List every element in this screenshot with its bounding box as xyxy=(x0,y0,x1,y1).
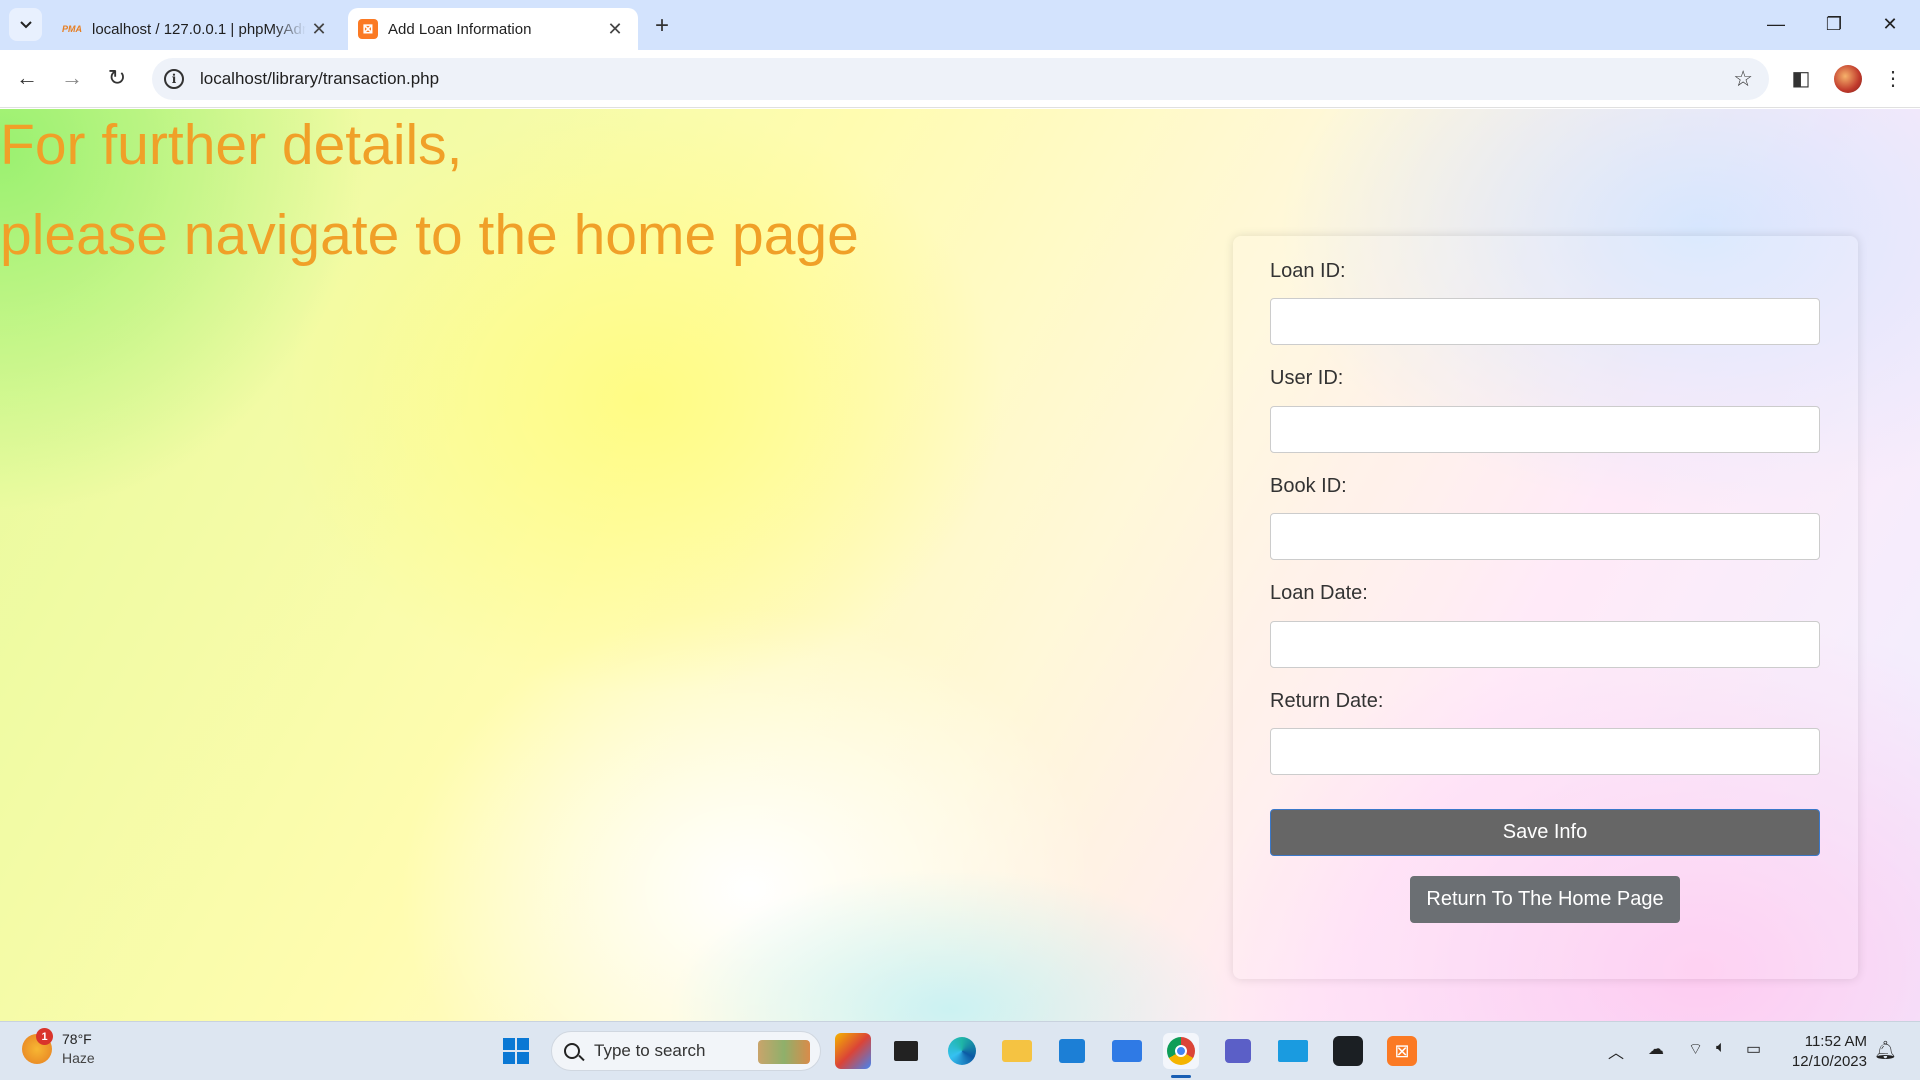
new-tab-button[interactable]: + xyxy=(646,10,678,42)
mail-icon[interactable] xyxy=(1109,1033,1145,1069)
windows-logo-icon xyxy=(503,1038,529,1064)
phpmyadmin-icon: PMA xyxy=(62,24,82,34)
copilot-icon[interactable] xyxy=(835,1033,871,1069)
site-info-icon[interactable]: i xyxy=(164,69,184,89)
return-home-button[interactable]: Return To The Home Page xyxy=(1410,876,1680,923)
edge-icon[interactable] xyxy=(944,1033,980,1069)
side-panel-button[interactable]: ◧ xyxy=(1784,61,1818,95)
chevron-down-icon xyxy=(19,20,32,28)
remote-desktop-icon[interactable] xyxy=(1275,1033,1311,1069)
tab-add-loan[interactable]: ⊠ Add Loan Information ✕ xyxy=(348,8,638,50)
loan-date-input[interactable] xyxy=(1270,621,1820,668)
loan-form: Loan ID: User ID: Book ID: Loan Date: Re… xyxy=(1233,236,1858,979)
address-bar[interactable]: i localhost/library/transaction.php ☆ xyxy=(152,58,1769,100)
back-button[interactable]: ← xyxy=(10,61,44,95)
tab-title: Add Loan Information xyxy=(388,20,532,38)
book-id-input[interactable] xyxy=(1270,513,1820,560)
xampp-icon: ⊠ xyxy=(358,19,378,39)
search-highlight-icon xyxy=(758,1040,810,1064)
task-view-icon[interactable] xyxy=(888,1033,924,1069)
user-id-label: User ID: xyxy=(1270,367,1344,389)
active-app-indicator xyxy=(1171,1075,1191,1078)
weather-temp: 78°F xyxy=(62,1031,92,1047)
start-button[interactable] xyxy=(498,1033,534,1069)
browser-toolbar: ← → ↻ i localhost/library/transaction.ph… xyxy=(0,50,1920,108)
onedrive-icon[interactable]: ☁ xyxy=(1648,1039,1664,1059)
tab-title: localhost / 127.0.0.1 | phpMyAdmin xyxy=(92,20,306,38)
teams-icon[interactable] xyxy=(1220,1033,1256,1069)
loan-id-input[interactable] xyxy=(1270,298,1820,345)
close-icon[interactable]: ✕ xyxy=(306,16,332,42)
page-heading-line2: please navigate to the home page xyxy=(0,203,859,267)
system-clock[interactable]: 11:52 AM 12/10/2023 xyxy=(1783,1032,1867,1072)
arrow-left-icon: ← xyxy=(16,65,38,90)
arrow-right-icon: → xyxy=(61,65,83,90)
forward-button[interactable]: → xyxy=(55,61,89,95)
save-info-button[interactable]: Save Info xyxy=(1270,809,1820,856)
reload-button[interactable]: ↻ xyxy=(100,61,134,95)
url-text[interactable]: localhost/library/transaction.php xyxy=(200,69,439,89)
clock-date: 12/10/2023 xyxy=(1791,1053,1867,1070)
minimize-icon: — xyxy=(1767,13,1785,34)
page-content: For further details, please navigate to … xyxy=(0,109,1920,1021)
restore-button[interactable]: ❐ xyxy=(1806,0,1862,48)
tab-strip: PMA localhost / 127.0.0.1 | phpMyAdmin ✕… xyxy=(0,0,1920,50)
close-icon[interactable]: ✕ xyxy=(602,16,628,42)
plus-icon: + xyxy=(654,12,669,39)
search-icon xyxy=(564,1043,580,1059)
kebab-menu-icon: ⋮ xyxy=(1883,67,1903,90)
tab-search-button[interactable] xyxy=(9,8,42,41)
loan-id-label: Loan ID: xyxy=(1270,260,1346,282)
chevron-up-icon[interactable]: ︿ xyxy=(1608,1039,1624,1063)
clock-time: 11:52 AM xyxy=(1804,1033,1867,1050)
volume-icon[interactable]: 🔈︎ xyxy=(1716,1039,1726,1057)
bookmark-star-icon[interactable]: ☆ xyxy=(1733,66,1753,92)
restore-icon: ❐ xyxy=(1825,13,1843,34)
reload-icon: ↻ xyxy=(107,65,127,90)
page-heading-line1: For further details, xyxy=(0,113,463,177)
taskbar: 1 78°F Haze Type to search ⊠ ︿ ☁ ⌔ 🔈︎ ▭ … xyxy=(0,1021,1920,1080)
github-icon[interactable] xyxy=(1330,1033,1366,1069)
battery-icon[interactable]: ▭ xyxy=(1746,1039,1761,1059)
wifi-icon[interactable]: ⌔ xyxy=(1688,1039,1703,1059)
close-icon: ✕ xyxy=(1882,13,1898,34)
side-panel-icon: ◧ xyxy=(1791,67,1811,90)
user-id-input[interactable] xyxy=(1270,406,1820,453)
weather-widget[interactable]: 1 78°F Haze xyxy=(22,1028,95,1068)
return-date-input[interactable] xyxy=(1270,728,1820,775)
chrome-icon[interactable] xyxy=(1163,1033,1199,1069)
avatar[interactable] xyxy=(1834,65,1862,93)
weather-sun-icon: 1 xyxy=(22,1028,53,1064)
file-explorer-icon[interactable] xyxy=(999,1033,1035,1069)
minimize-button[interactable]: — xyxy=(1748,0,1804,48)
weather-condition: Haze xyxy=(62,1050,95,1066)
close-window-button[interactable]: ✕ xyxy=(1862,0,1918,48)
search-placeholder: Type to search xyxy=(594,1041,706,1060)
return-date-label: Return Date: xyxy=(1270,690,1384,712)
xampp-icon[interactable]: ⊠ xyxy=(1384,1033,1420,1069)
notification-bell-icon[interactable]: 🔔︎ xyxy=(1874,1040,1897,1061)
menu-button[interactable]: ⋮ xyxy=(1876,61,1910,95)
book-id-label: Book ID: xyxy=(1270,475,1347,497)
notification-badge: 1 xyxy=(36,1028,53,1045)
loan-date-label: Loan Date: xyxy=(1270,582,1368,604)
tab-phpmyadmin[interactable]: PMA localhost / 127.0.0.1 | phpMyAdmin ✕ xyxy=(52,8,342,50)
taskbar-search[interactable]: Type to search xyxy=(551,1031,821,1071)
store-icon[interactable] xyxy=(1054,1033,1090,1069)
